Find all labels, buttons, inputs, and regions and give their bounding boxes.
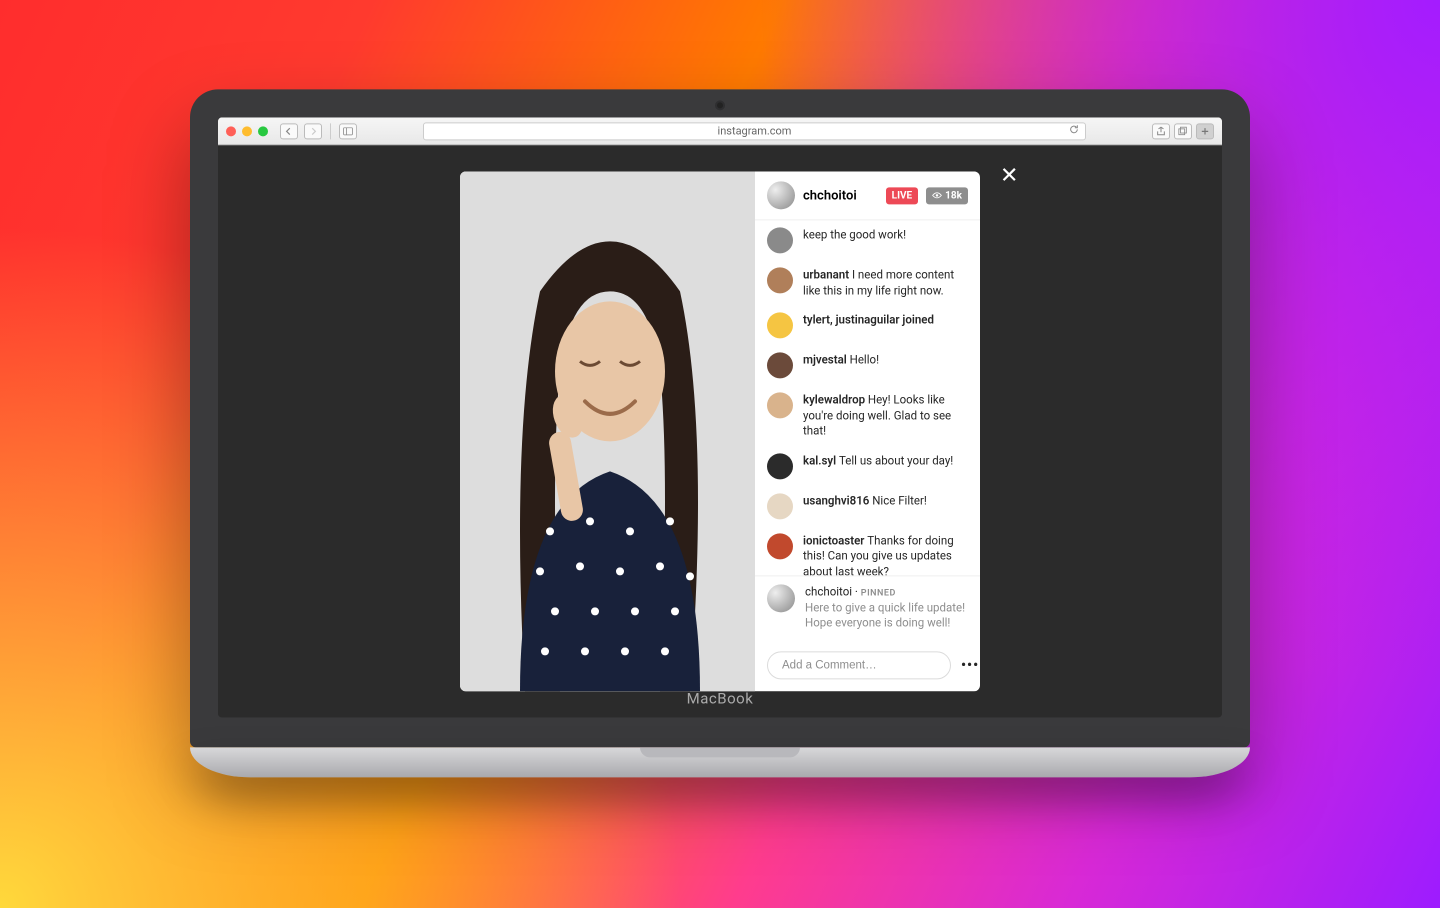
- comment-input[interactable]: [767, 651, 951, 679]
- screen: instagram.com: [218, 117, 1222, 717]
- sidebar-icon: [343, 127, 353, 135]
- live-video-card: chchoitoi LIVE 18k keep the good work! ur…: [460, 171, 980, 691]
- live-badge: LIVE: [886, 187, 919, 204]
- maximize-window-button[interactable]: [258, 126, 268, 136]
- pinned-comment: chchoitoi · PINNED Here to give a quick …: [755, 576, 980, 642]
- comment-body: kal.syl Tell us about your day!: [803, 453, 968, 479]
- live-header: chchoitoi LIVE 18k: [755, 171, 980, 220]
- laptop-frame: instagram.com: [190, 89, 1250, 777]
- viewer-count: 18k: [945, 190, 962, 201]
- comment-text: keep the good work!: [803, 227, 906, 241]
- reload-icon: [1069, 124, 1079, 134]
- device-label: MacBook: [687, 689, 754, 707]
- commenter-avatar[interactable]: [767, 533, 793, 559]
- plus-icon: [1201, 127, 1209, 135]
- close-modal-button[interactable]: ✕: [1000, 163, 1018, 188]
- comments-list[interactable]: keep the good work! urbanant I need more …: [755, 220, 980, 575]
- eye-icon: [932, 190, 942, 200]
- comment-item: keep the good work!: [755, 220, 980, 260]
- chevron-right-icon: [309, 127, 317, 135]
- comment-text: Tell us about your day!: [839, 453, 953, 467]
- comment-item: urbanant I need more content like this i…: [755, 260, 980, 305]
- comment-item: usanghvi816 Nice Filter!: [755, 486, 980, 526]
- comment-body: kylewaldrop Hey! Looks like you're doing…: [803, 392, 968, 439]
- browser-viewport: ✕: [218, 145, 1222, 717]
- commenter-avatar[interactable]: [767, 267, 793, 293]
- laptop-base: [190, 747, 1250, 777]
- minimize-window-button[interactable]: [242, 126, 252, 136]
- comment-item: kylewaldrop Hey! Looks like you're doing…: [755, 385, 980, 446]
- commenter-username[interactable]: mjvestal: [803, 352, 850, 366]
- more-icon: •••: [961, 657, 979, 673]
- address-bar[interactable]: instagram.com: [423, 122, 1086, 140]
- commenter-username[interactable]: kylewaldrop: [803, 392, 868, 406]
- comment-text: Hello!: [850, 352, 879, 366]
- commenter-avatar[interactable]: [767, 453, 793, 479]
- commenter-username[interactable]: urbanant: [803, 267, 852, 281]
- pinned-username[interactable]: chchoitoi: [805, 585, 852, 599]
- person-placeholder-icon: [460, 171, 755, 691]
- pinned-tag: PINNED: [861, 589, 896, 599]
- new-tab-button[interactable]: [1196, 123, 1214, 139]
- chevron-left-icon: [285, 127, 293, 135]
- share-icon: [1156, 126, 1166, 136]
- toolbar-separator: [330, 123, 331, 139]
- commenter-username[interactable]: ionictoaster: [803, 533, 867, 547]
- comment-item: ionictoaster Thanks for doing this! Can …: [755, 526, 980, 576]
- system-text: tylert, justinaguilar joined: [803, 312, 934, 326]
- share-button[interactable]: [1152, 123, 1170, 139]
- screen-bezel: instagram.com: [190, 89, 1250, 747]
- tabs-icon: [1178, 126, 1188, 136]
- nav-back-button[interactable]: [280, 123, 298, 139]
- viewer-count-badge: 18k: [926, 187, 968, 204]
- comment-body: tylert, justinaguilar joined: [803, 312, 968, 338]
- comment-text: Nice Filter!: [872, 493, 927, 507]
- camera-dot: [717, 102, 723, 108]
- comment-body: urbanant I need more content like this i…: [803, 267, 968, 298]
- address-text: instagram.com: [718, 124, 792, 137]
- streamer-avatar[interactable]: [767, 181, 795, 209]
- system-message: tylert, justinaguilar joined: [755, 305, 980, 345]
- browser-toolbar: instagram.com: [218, 117, 1222, 145]
- close-window-button[interactable]: [226, 126, 236, 136]
- comment-body: ionictoaster Thanks for doing this! Can …: [803, 533, 968, 576]
- commenter-avatar[interactable]: [767, 392, 793, 418]
- commenter-avatar[interactable]: [767, 493, 793, 519]
- more-options-button[interactable]: •••: [961, 657, 979, 673]
- streamer-username[interactable]: chchoitoi: [803, 188, 878, 203]
- live-side-panel: chchoitoi LIVE 18k keep the good work! ur…: [755, 171, 980, 691]
- commenter-avatar[interactable]: [767, 352, 793, 378]
- window-controls: [226, 126, 268, 136]
- toolbar-right: [1152, 123, 1214, 139]
- commenter-avatar[interactable]: [767, 312, 793, 338]
- comment-item: mjvestal Hello!: [755, 345, 980, 385]
- comment-body: mjvestal Hello!: [803, 352, 968, 378]
- commenter-avatar[interactable]: [767, 227, 793, 253]
- comment-composer: •••: [755, 641, 980, 691]
- live-video[interactable]: [460, 171, 755, 691]
- comment-item: kal.syl Tell us about your day!: [755, 446, 980, 486]
- pinned-avatar[interactable]: [767, 585, 795, 613]
- comment-body: keep the good work!: [803, 227, 968, 253]
- commenter-username[interactable]: kal.syl: [803, 453, 839, 467]
- commenter-username[interactable]: usanghvi816: [803, 493, 872, 507]
- close-icon: ✕: [1000, 163, 1018, 188]
- sidebar-toggle-button[interactable]: [339, 123, 357, 139]
- pinned-text: Here to give a quick life update! Hope e…: [805, 600, 965, 630]
- tabs-overview-button[interactable]: [1174, 123, 1192, 139]
- comment-body: usanghvi816 Nice Filter!: [803, 493, 968, 519]
- reload-button[interactable]: [1069, 124, 1079, 137]
- nav-forward-button[interactable]: [304, 123, 322, 139]
